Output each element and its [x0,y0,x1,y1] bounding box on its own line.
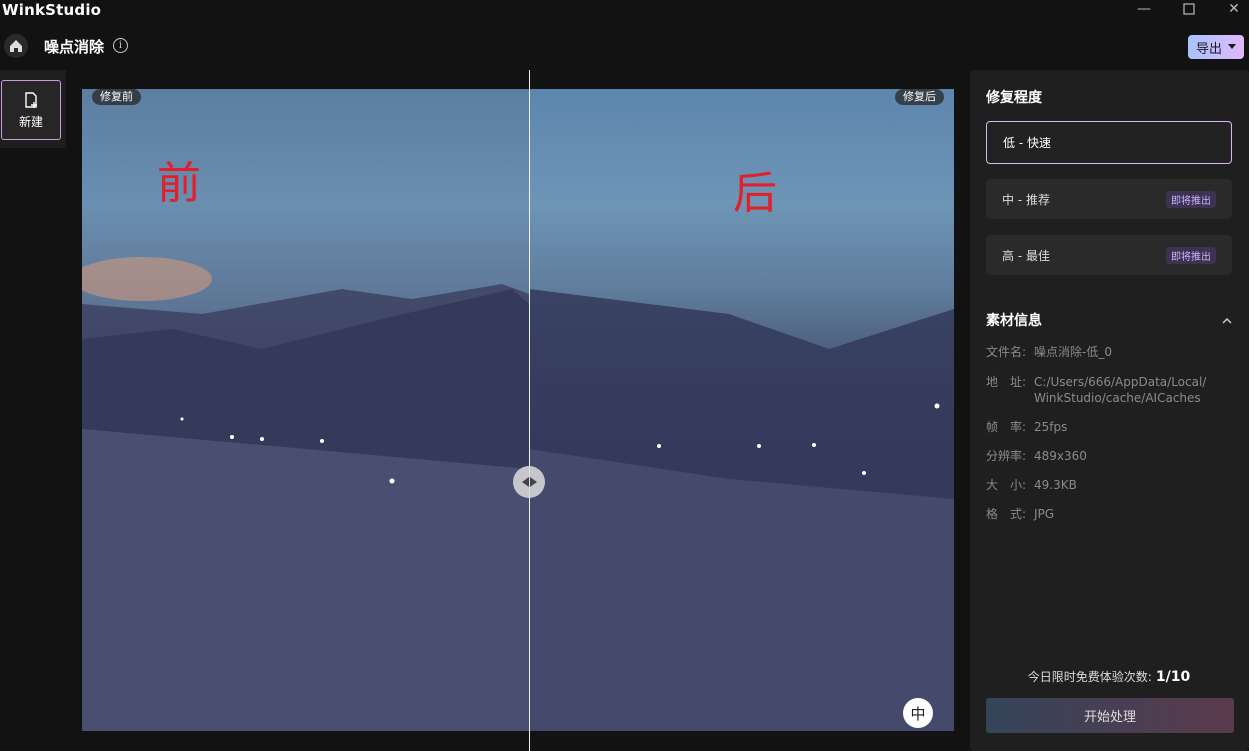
info-row-path: 地 址: C:/Users/666/AppData/Local/WinkStud… [986,374,1214,406]
home-icon [10,40,22,52]
info-label: 格 式: [986,507,1027,521]
maximize-icon[interactable] [1169,0,1209,18]
quota-value: 1/10 [1155,669,1191,685]
info-value: 489x360 [1034,449,1087,463]
compare-slider-handle[interactable] [513,466,545,498]
option-label: 高 - 最佳 [1002,248,1050,263]
compare-icon: 中 [910,704,926,723]
quota-text: 今日限时免费体验次数: [1027,670,1152,684]
material-info-title: 素材信息 [986,313,1042,329]
option-label: 低 - 快速 [1003,136,1051,150]
before-label: 前 [157,158,201,209]
right-arrow-icon [529,477,537,487]
info-label: 地 址: [986,375,1027,389]
home-button[interactable] [4,34,28,58]
info-value: 49.3KB [1034,478,1077,492]
info-value: 噪点消除-低_0 [1034,345,1112,359]
close-icon[interactable]: ✕ [1214,0,1249,18]
info-row-filename: 文件名: 噪点消除-低_0 [986,344,1234,360]
info-row-size: 大 小: 49.3KB [986,477,1234,493]
export-label: 导出 [1195,41,1222,57]
info-row-format: 格 式: JPG [986,506,1234,522]
app-title: WinkStudio [2,1,102,19]
info-icon[interactable]: i [113,38,128,53]
minimize-icon[interactable]: — [1124,0,1164,18]
coming-soon-badge: 即将推出 [1166,190,1216,208]
compare-toggle-button[interactable]: 中 [903,698,933,728]
start-processing-button[interactable]: 开始处理 [986,698,1234,733]
free-quota: 今日限时免费体验次数: 1/10 [986,668,1232,685]
export-button[interactable]: 导出 [1188,35,1244,59]
coming-soon-badge: 即将推出 [1166,246,1216,264]
image-compare-canvas[interactable]: 修复前 前 修复后 后 [82,89,954,731]
info-label: 大 小: [986,478,1027,492]
after-tag: 修复后 [895,89,944,105]
repair-level-title: 修复程度 [986,90,1042,106]
settings-panel: 修复程度 低 - 快速 中 - 推荐 即将推出 高 - 最佳 即将推出 素材信息… [970,70,1249,751]
before-tag: 修复前 [92,89,141,105]
after-label: 后 [733,168,777,219]
info-value: JPG [1034,507,1055,521]
option-label: 中 - 推荐 [1002,192,1050,207]
info-label: 分辨率: [986,449,1027,463]
compare-divider[interactable] [529,70,530,751]
info-label: 文件名: [986,345,1027,359]
left-arrow-icon [521,477,529,487]
info-label: 帧 率: [986,420,1027,434]
collapse-chevron-icon[interactable] [1222,313,1232,327]
page-title: 噪点消除 [44,38,105,56]
info-row-resolution: 分辨率: 489x360 [986,448,1234,464]
new-file-icon [25,91,37,108]
info-value: 25fps [1034,420,1068,434]
after-image: 修复后 后 [529,89,954,731]
info-row-framerate: 帧 率: 25fps [986,419,1234,435]
option-low-fast[interactable]: 低 - 快速 [986,121,1232,164]
new-button[interactable]: 新建 [1,80,61,140]
option-mid-recommended[interactable]: 中 - 推荐 即将推出 [986,179,1232,219]
new-label: 新建 [18,114,43,129]
before-image: 修复前 前 [82,89,529,731]
info-value: C:/Users/666/AppData/Local/WinkStudio/ca… [1034,375,1207,405]
start-label: 开始处理 [1083,710,1136,725]
option-high-best[interactable]: 高 - 最佳 即将推出 [986,235,1232,275]
caret-down-icon [1228,44,1236,49]
